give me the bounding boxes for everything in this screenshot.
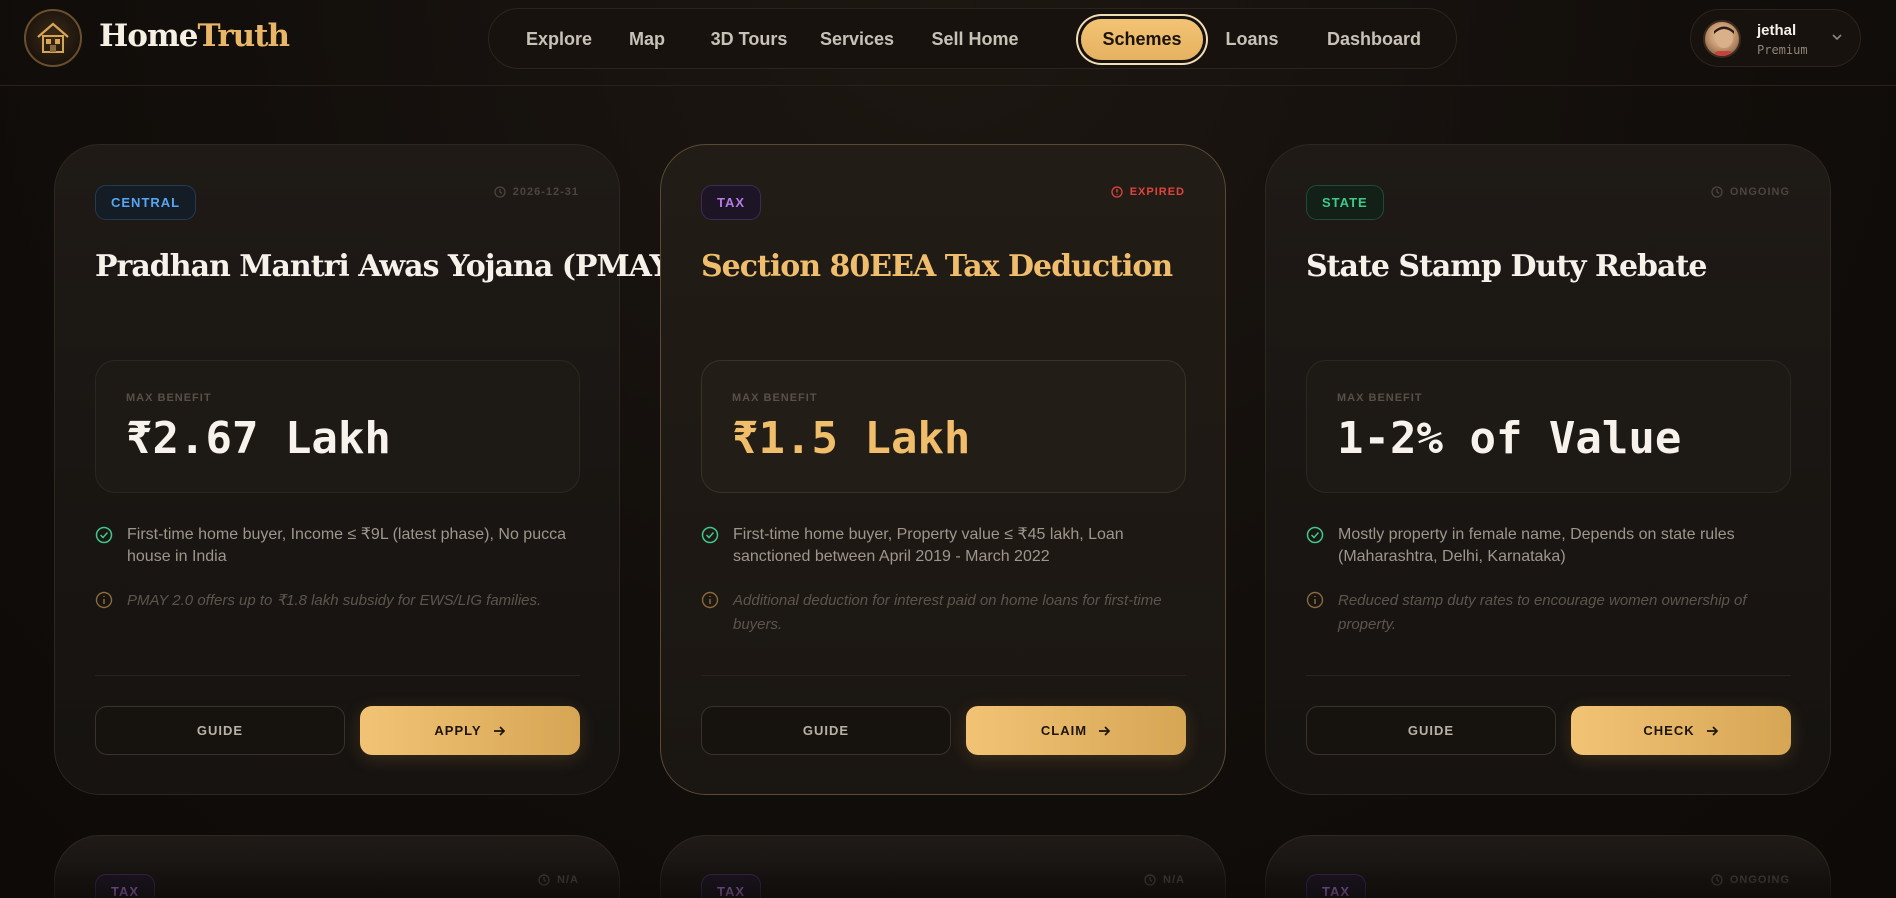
note-row: PMAY 2.0 offers up to ₹1.8 lakh subsidy …: [95, 589, 580, 613]
note-row: Reduced stamp duty rates to encourage wo…: [1306, 589, 1791, 637]
divider: [701, 675, 1186, 676]
scheme-card-partial-1: TAX N/A: [54, 835, 620, 898]
nav-item-dashboard[interactable]: Dashboard: [1309, 19, 1439, 60]
divider: [95, 675, 580, 676]
claim-button[interactable]: CLAIM: [966, 706, 1186, 755]
check-button-label: CHECK: [1643, 723, 1695, 738]
scheme-title: State Stamp Duty Rebate: [1306, 249, 1707, 284]
nav-item-services[interactable]: Services: [807, 19, 907, 60]
eligibility-row: First-time home buyer, Property value ≤ …: [701, 524, 1186, 568]
guide-button[interactable]: GUIDE: [95, 706, 345, 755]
nav-item-sell-home[interactable]: Sell Home: [915, 19, 1035, 60]
status-text: ONGOING: [1729, 186, 1790, 198]
check-circle-icon: [1306, 526, 1324, 544]
scheme-card-partial-3: TAX ONGOING: [1265, 835, 1831, 898]
status-badge: ONGOING: [1711, 874, 1790, 886]
status-badge: EXPIRED: [1111, 186, 1185, 198]
main-nav: Explore Map 3D Tours Services Sell Home …: [488, 8, 1457, 69]
scheme-card-partial-2: TAX N/A: [660, 835, 1226, 898]
info-icon: [701, 591, 719, 609]
user-name: jethal: [1757, 22, 1797, 39]
clock-icon: [1711, 874, 1723, 886]
status-badge: ONGOING: [1711, 186, 1790, 198]
eligibility-row: First-time home buyer, Income ≤ ₹9L (lat…: [95, 524, 580, 568]
status-text: N/A: [557, 874, 579, 886]
scheme-card-80eea: TAX EXPIRED Section 80EEA Tax Deduction …: [660, 144, 1226, 795]
scheme-card-stamp-duty: STATE ONGOING State Stamp Duty Rebate MA…: [1265, 144, 1831, 795]
check-circle-icon: [701, 526, 719, 544]
scheme-title: Pradhan Mantri Awas Yojana (PMAY): [95, 249, 684, 284]
note-text: PMAY 2.0 offers up to ₹1.8 lakh subsidy …: [127, 592, 542, 609]
category-badge: STATE: [1306, 185, 1384, 220]
note-text: Reduced stamp duty rates to encourage wo…: [1338, 592, 1747, 633]
benefit-box: MAX BENEFIT ₹1.5 Lakh: [701, 360, 1186, 493]
user-tier: Premium: [1757, 43, 1808, 57]
avatar: [1703, 20, 1741, 58]
brand-part-truth: Truth: [197, 18, 291, 54]
status-text: 2026-12-31: [512, 186, 579, 198]
clock-icon: [1144, 874, 1156, 886]
guide-button[interactable]: GUIDE: [701, 706, 951, 755]
apply-button[interactable]: APPLY: [360, 706, 580, 755]
status-text: EXPIRED: [1129, 186, 1185, 198]
guide-button[interactable]: GUIDE: [1306, 706, 1556, 755]
arrow-right-icon: [1099, 725, 1111, 736]
nav-item-3d-tours[interactable]: 3D Tours: [699, 19, 799, 60]
benefit-value: ₹2.67 Lakh: [126, 413, 391, 464]
benefit-label: MAX BENEFIT: [126, 392, 212, 404]
divider: [1306, 675, 1791, 676]
nav-item-loans[interactable]: Loans: [1215, 19, 1289, 60]
chevron-down-icon[interactable]: [1830, 30, 1844, 44]
info-icon: [1306, 591, 1324, 609]
status-badge: 2026-12-31: [494, 186, 579, 198]
benefit-label: MAX BENEFIT: [732, 392, 818, 404]
check-circle-icon: [95, 526, 113, 544]
note-text: Additional deduction for interest paid o…: [733, 592, 1162, 633]
clock-icon: [538, 874, 550, 886]
status-badge: N/A: [538, 874, 579, 886]
status-badge: N/A: [1144, 874, 1185, 886]
benefit-value: ₹1.5 Lakh: [732, 413, 971, 464]
brand-part-home: Home: [99, 18, 198, 54]
eligibility-text: First-time home buyer, Property value ≤ …: [733, 526, 1124, 565]
check-button[interactable]: CHECK: [1571, 706, 1791, 755]
clock-icon: [1711, 186, 1723, 198]
info-icon: [95, 591, 113, 609]
status-text: ONGOING: [1729, 874, 1790, 886]
claim-button-label: CLAIM: [1040, 723, 1088, 738]
note-row: Additional deduction for interest paid o…: [701, 589, 1186, 637]
clock-icon: [494, 186, 506, 198]
brand-name[interactable]: HomeTruth: [99, 18, 291, 54]
benefit-value: 1-2% of Value: [1337, 413, 1682, 464]
benefit-box: MAX BENEFIT ₹2.67 Lakh: [95, 360, 580, 493]
category-badge: TAX: [95, 874, 156, 898]
apply-button-label: APPLY: [434, 723, 482, 738]
eligibility-row: Mostly property in female name, Depends …: [1306, 524, 1791, 568]
nav-item-schemes[interactable]: Schemes: [1081, 19, 1203, 60]
user-menu[interactable]: jethal Premium: [1690, 9, 1861, 67]
house-logo-icon[interactable]: [24, 9, 82, 67]
eligibility-text: Mostly property in female name, Depends …: [1338, 526, 1735, 565]
status-text: N/A: [1163, 874, 1185, 886]
category-badge: TAX: [701, 185, 762, 220]
category-badge: TAX: [701, 874, 762, 898]
benefit-box: MAX BENEFIT 1-2% of Value: [1306, 360, 1791, 493]
top-header: HomeTruth Explore Map 3D Tours Services …: [0, 0, 1896, 86]
alert-icon: [1111, 186, 1123, 198]
nav-item-map[interactable]: Map: [613, 19, 681, 60]
scheme-card-pmay: CENTRAL 2026-12-31 Pradhan Mantri Awas Y…: [54, 144, 684, 795]
category-badge: TAX: [1306, 874, 1367, 898]
benefit-label: MAX BENEFIT: [1337, 392, 1423, 404]
nav-item-explore[interactable]: Explore: [509, 19, 609, 60]
scheme-title: Section 80EEA Tax Deduction: [701, 249, 1173, 284]
eligibility-text: First-time home buyer, Income ≤ ₹9L (lat…: [127, 526, 566, 565]
arrow-right-icon: [1706, 725, 1718, 736]
category-badge: CENTRAL: [95, 185, 197, 220]
arrow-right-icon: [493, 725, 505, 736]
